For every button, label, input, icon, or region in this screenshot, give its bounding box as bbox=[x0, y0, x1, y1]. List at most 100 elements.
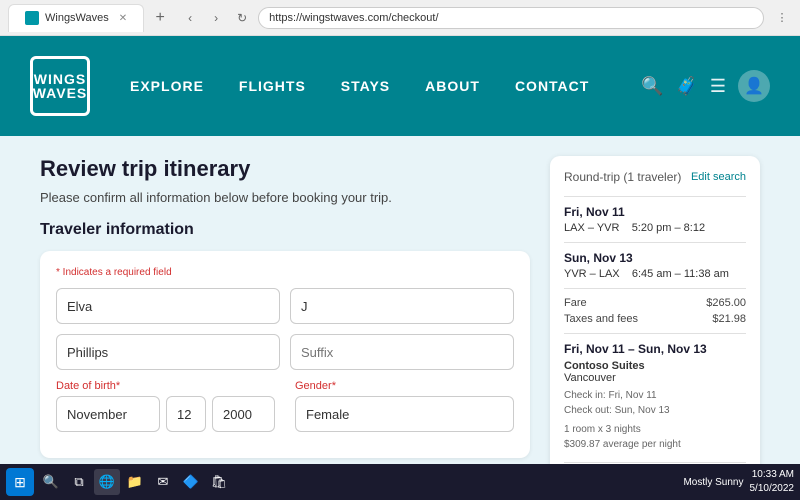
browser-tab[interactable]: WingsWaves ✕ bbox=[8, 4, 144, 32]
dob-day-input[interactable] bbox=[166, 396, 206, 432]
nav-contact[interactable]: CONTACT bbox=[515, 78, 589, 94]
flight2-date: Sun, Nov 13 bbox=[564, 251, 746, 265]
taxes-value: $21.98 bbox=[712, 313, 746, 325]
middle-initial-field bbox=[290, 288, 514, 324]
taskbar: ⊞ 🔍 ⧉ 🌐 📁 ✉ 🔷 🛍 Mostly Sunny 10:33 AM 5/… bbox=[0, 464, 800, 500]
tab-close-btn[interactable]: ✕ bbox=[119, 13, 127, 24]
gender-required-star: * bbox=[332, 380, 336, 392]
name-row-2 bbox=[56, 334, 514, 370]
nav-about[interactable]: ABOUT bbox=[425, 78, 480, 94]
right-panel: Round-trip (1 traveler) Edit search Fri,… bbox=[550, 156, 760, 480]
logo-text-top: WINGS bbox=[34, 72, 86, 86]
start-button[interactable]: ⊞ bbox=[6, 468, 34, 496]
required-note: * Indicates a required field bbox=[56, 267, 514, 278]
taskbar-time-value: 10:33 AM bbox=[750, 468, 795, 482]
fare-value: $265.00 bbox=[706, 297, 746, 309]
gender-label: Gender* bbox=[295, 380, 514, 392]
flight2-route-text: YVR – LAX bbox=[564, 268, 620, 280]
tab-favicon bbox=[25, 11, 39, 25]
browser-address-bar: ‹ › ↻ bbox=[180, 7, 764, 29]
taskbar-right: Mostly Sunny 10:33 AM 5/10/2022 bbox=[683, 468, 794, 496]
refresh-button[interactable]: ↻ bbox=[232, 8, 252, 28]
taskbar-date-value: 5/10/2022 bbox=[750, 482, 795, 496]
nav-flights[interactable]: FLIGHTS bbox=[239, 78, 306, 94]
nav-links: EXPLORE FLIGHTS STAYS ABOUT CONTACT bbox=[130, 78, 641, 94]
page: WINGS WAVES EXPLORE FLIGHTS STAYS ABOUT … bbox=[0, 36, 800, 500]
nav-explore[interactable]: EXPLORE bbox=[130, 78, 204, 94]
site-nav: WINGS WAVES EXPLORE FLIGHTS STAYS ABOUT … bbox=[0, 36, 800, 136]
trip-header: Round-trip (1 traveler) Edit search bbox=[564, 170, 746, 184]
forward-button[interactable]: › bbox=[206, 8, 226, 28]
taskbar-icons: 🔍 ⧉ 🌐 📁 ✉ 🔷 🛍 bbox=[38, 469, 679, 495]
last-name-input[interactable] bbox=[56, 334, 280, 370]
flight1-date: Fri, Nov 11 bbox=[564, 205, 746, 219]
back-button[interactable]: ‹ bbox=[180, 8, 200, 28]
taskbar-explorer-icon[interactable]: 📁 bbox=[122, 469, 148, 495]
gender-label-text: Gender bbox=[295, 380, 332, 392]
taxes-label: Taxes and fees bbox=[564, 313, 638, 325]
taskbar-edge-icon[interactable]: 🔷 bbox=[178, 469, 204, 495]
browser-tabs: WingsWaves ✕ + bbox=[8, 0, 172, 35]
browser-ext-btn[interactable]: ⋮ bbox=[772, 8, 792, 28]
trip-summary-card: Round-trip (1 traveler) Edit search Fri,… bbox=[550, 156, 760, 500]
logo-icon: WINGS WAVES bbox=[30, 56, 90, 116]
new-tab-button[interactable]: + bbox=[148, 6, 172, 30]
dob-gender-row: Date of birth* Gender* bbox=[56, 380, 514, 432]
divider-4 bbox=[564, 333, 746, 334]
dob-label-text: Date of birth bbox=[56, 380, 116, 392]
fare-label: Fare bbox=[564, 297, 587, 309]
flight2-route: YVR – LAX 6:45 am – 11:38 am bbox=[564, 268, 746, 280]
page-title: Review trip itinerary bbox=[40, 156, 530, 182]
hotel-checkout: Check out: Sun, Nov 13 bbox=[564, 403, 746, 418]
first-name-field bbox=[56, 288, 280, 324]
hotel-name: Contoso Suites bbox=[564, 360, 746, 372]
divider-2 bbox=[564, 242, 746, 243]
dob-inputs bbox=[56, 396, 275, 432]
menu-icon[interactable]: ☰ bbox=[710, 76, 726, 97]
hotel-dates: Fri, Nov 11 – Sun, Nov 13 bbox=[564, 342, 746, 356]
divider-3 bbox=[564, 288, 746, 289]
hotel-checkin: Check in: Fri, Nov 11 bbox=[564, 388, 746, 403]
luggage-icon[interactable]: 🧳 bbox=[675, 76, 697, 97]
taskbar-browser-icon[interactable]: 🌐 bbox=[94, 469, 120, 495]
browser-chrome: WingsWaves ✕ + ‹ › ↻ ⋮ bbox=[0, 0, 800, 36]
flight2-times: 6:45 am – 11:38 am bbox=[632, 268, 729, 280]
nav-icons: 🔍 🧳 ☰ 👤 bbox=[641, 70, 770, 102]
user-avatar[interactable]: 👤 bbox=[738, 70, 770, 102]
main-content: Review trip itinerary Please confirm all… bbox=[0, 136, 800, 500]
name-row-1 bbox=[56, 288, 514, 324]
left-panel: Review trip itinerary Please confirm all… bbox=[40, 156, 530, 480]
page-subtitle: Please confirm all information below bef… bbox=[40, 190, 530, 205]
suffix-field bbox=[290, 334, 514, 370]
middle-initial-input[interactable] bbox=[290, 288, 514, 324]
edit-search-link[interactable]: Edit search bbox=[691, 171, 746, 183]
traveler-section-title: Traveler information bbox=[40, 221, 530, 239]
taskbar-search-icon[interactable]: 🔍 bbox=[38, 469, 64, 495]
taskbar-taskview-icon[interactable]: ⧉ bbox=[66, 469, 92, 495]
hotel-location: Vancouver bbox=[564, 372, 746, 384]
gender-input[interactable] bbox=[295, 396, 514, 432]
hotel-rooms: 1 room x 3 nights bbox=[564, 422, 746, 437]
taskbar-weather: Mostly Sunny bbox=[683, 477, 743, 488]
search-icon[interactable]: 🔍 bbox=[641, 76, 663, 97]
gender-section: Gender* bbox=[295, 380, 514, 432]
address-input[interactable] bbox=[258, 7, 764, 29]
browser-actions: ⋮ bbox=[772, 8, 792, 28]
dob-month-input[interactable] bbox=[56, 396, 160, 432]
taskbar-store-icon[interactable]: 🛍 bbox=[206, 469, 232, 495]
dob-required-star: * bbox=[116, 380, 120, 392]
traveler-form-card: * Indicates a required field bbox=[40, 251, 530, 458]
fare-row: Fare $265.00 bbox=[564, 297, 746, 309]
trip-type-label: Round-trip (1 traveler) bbox=[564, 170, 681, 184]
logo-text-bottom: WAVES bbox=[33, 86, 88, 100]
hotel-rate: $309.87 average per night bbox=[564, 437, 746, 452]
dob-year-input[interactable] bbox=[212, 396, 275, 432]
first-name-input[interactable] bbox=[56, 288, 280, 324]
flight1-times: 5:20 pm – 8:12 bbox=[632, 222, 705, 234]
suffix-input[interactable] bbox=[290, 334, 514, 370]
tab-title: WingsWaves bbox=[45, 12, 109, 24]
flight1-route: LAX – YVR 5:20 pm – 8:12 bbox=[564, 222, 746, 234]
nav-stays[interactable]: STAYS bbox=[341, 78, 390, 94]
dob-label: Date of birth* bbox=[56, 380, 275, 392]
taskbar-mail-icon[interactable]: ✉ bbox=[150, 469, 176, 495]
